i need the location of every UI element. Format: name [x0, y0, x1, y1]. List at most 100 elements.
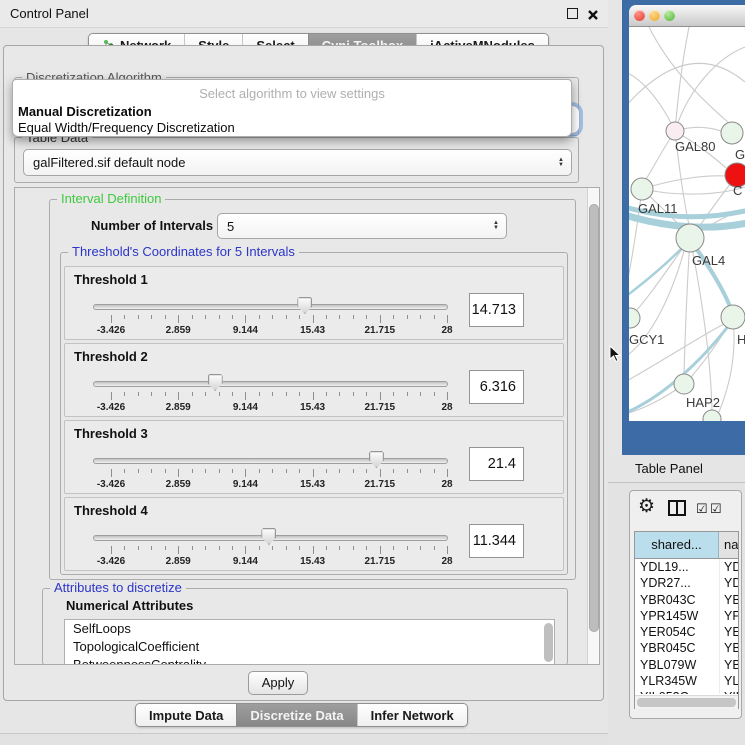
- threshold-value-field[interactable]: [469, 447, 524, 481]
- option-equal-width-frequency[interactable]: Equal Width/Frequency Discretization: [18, 120, 235, 135]
- tick-mark: [259, 469, 260, 473]
- tick-label: 2.859: [148, 325, 208, 336]
- network-node[interactable]: [674, 374, 694, 394]
- tick-mark: [286, 546, 287, 550]
- slider-handle[interactable]: [261, 528, 276, 545]
- mouse-cursor: [609, 345, 622, 363]
- tick-mark: [219, 546, 220, 550]
- tick-mark: [339, 315, 340, 319]
- table-header-row: shared... na: [635, 532, 738, 559]
- tick-label: -3.426: [81, 402, 141, 413]
- network-node[interactable]: [721, 122, 743, 144]
- tick-mark: [178, 315, 179, 323]
- tick-mark: [339, 546, 340, 550]
- network-window: GAL80GACGAL11GAL4GCY1HHAP2: [622, 0, 745, 455]
- algorithm-placeholder-option: Select algorithm to view settings: [13, 86, 571, 101]
- tick-mark: [407, 469, 408, 473]
- number-of-intervals-combo[interactable]: 5 ▲▼: [217, 213, 507, 239]
- network-edge-teal: [629, 241, 689, 297]
- threshold-value-field[interactable]: [469, 370, 524, 404]
- network-node[interactable]: [703, 410, 721, 421]
- table-row[interactable]: YBL079WYBL0: [635, 657, 738, 673]
- network-canvas[interactable]: GAL80GACGAL11GAL4GCY1HHAP2: [629, 27, 745, 421]
- slider-handle[interactable]: [297, 297, 312, 314]
- attribute-list-item[interactable]: TopologicalCoefficient: [65, 638, 554, 656]
- slider-track[interactable]: [93, 304, 448, 310]
- close-icon[interactable]: [587, 8, 599, 20]
- tick-mark: [245, 546, 246, 554]
- apply-button[interactable]: Apply: [248, 671, 308, 695]
- network-node[interactable]: [629, 308, 640, 328]
- table-row[interactable]: YPR145WYPR1: [635, 608, 738, 624]
- gear-icon[interactable]: ⚙: [638, 495, 655, 518]
- list-scrollbar-thumb[interactable]: [544, 623, 553, 662]
- threshold-value-field[interactable]: [469, 293, 524, 327]
- column-header-name[interactable]: na: [719, 532, 738, 559]
- vertical-scrollbar-thumb[interactable]: [589, 204, 599, 632]
- table-row[interactable]: YDR27...YDR2: [635, 575, 738, 591]
- table-row[interactable]: YIL052CYIL0: [635, 689, 738, 694]
- threshold-panel: Threshold 2-3.4262.8599.14415.4321.71528: [64, 343, 564, 417]
- threshold-panel: Threshold 1-3.4262.8599.14415.4321.71528: [64, 266, 564, 340]
- table-row[interactable]: YDL19...YDL1: [635, 559, 738, 575]
- slider-handle[interactable]: [369, 451, 384, 468]
- tab-discretize-data[interactable]: Discretize Data: [236, 704, 356, 726]
- option-manual-discretization[interactable]: Manual Discretization: [18, 104, 152, 119]
- tick-mark: [366, 315, 367, 319]
- tick-label: 15.43: [283, 556, 343, 567]
- column-layout-icon[interactable]: [668, 500, 686, 516]
- bottom-tabbar: Impute Data Discretize Data Infer Networ…: [135, 703, 468, 727]
- zoom-traffic-light[interactable]: [664, 10, 675, 21]
- table-row[interactable]: YLR345WYLR3: [635, 673, 738, 689]
- network-node[interactable]: [666, 122, 684, 140]
- tab-label: Impute Data: [149, 708, 223, 723]
- tick-mark: [151, 315, 152, 319]
- network-node[interactable]: [676, 224, 704, 252]
- checkbox-icon[interactable]: ☑: [710, 501, 722, 517]
- horizontal-scrollbar-thumb[interactable]: [637, 698, 736, 707]
- table-row[interactable]: YER054CYER0: [635, 624, 738, 640]
- tick-label: 15.43: [283, 402, 343, 413]
- number-of-intervals-value: 5: [227, 219, 234, 234]
- horizontal-scrollbar-track[interactable]: [635, 695, 738, 709]
- minimize-traffic-light[interactable]: [649, 10, 660, 21]
- tick-mark: [205, 315, 206, 319]
- tick-mark: [272, 392, 273, 396]
- tick-label: 21.715: [350, 325, 410, 336]
- tick-label: 28: [417, 479, 477, 490]
- network-node[interactable]: [631, 178, 653, 200]
- tick-mark: [326, 469, 327, 473]
- close-traffic-light[interactable]: [634, 10, 645, 21]
- attribute-list-item[interactable]: SelfLoops: [65, 620, 554, 638]
- float-window-button[interactable]: [567, 8, 578, 19]
- tick-mark: [447, 392, 448, 400]
- network-window-titlebar[interactable]: [629, 5, 745, 27]
- table-row[interactable]: YBR045CYBR0: [635, 640, 738, 656]
- tick-mark: [232, 546, 233, 550]
- tick-mark: [366, 546, 367, 550]
- threshold-value-field[interactable]: [469, 524, 524, 558]
- tab-infer-network[interactable]: Infer Network: [357, 704, 467, 726]
- slider-track[interactable]: [93, 381, 448, 387]
- tick-mark: [151, 469, 152, 473]
- network-node[interactable]: [721, 305, 745, 329]
- tick-mark: [393, 392, 394, 396]
- slider-track[interactable]: [93, 458, 448, 464]
- tick-mark: [192, 469, 193, 473]
- tab-impute-data[interactable]: Impute Data: [136, 704, 236, 726]
- tick-mark: [124, 469, 125, 473]
- attribute-list-item[interactable]: BetweennessCentrality: [65, 656, 554, 665]
- slider-handle[interactable]: [208, 374, 223, 391]
- table-row[interactable]: YBR043CYBR0: [635, 592, 738, 608]
- tick-mark: [299, 315, 300, 319]
- tick-mark: [232, 315, 233, 319]
- tick-mark: [245, 392, 246, 400]
- table-data-combo[interactable]: galFiltered.sif default node ▲▼: [23, 149, 572, 176]
- tick-mark: [380, 315, 381, 323]
- checkbox-icon[interactable]: ☑: [696, 501, 708, 517]
- column-header-shared-name[interactable]: shared...: [635, 532, 719, 559]
- network-edge: [629, 63, 745, 107]
- tick-mark: [380, 469, 381, 477]
- tick-mark: [165, 392, 166, 396]
- tick-mark: [111, 546, 112, 554]
